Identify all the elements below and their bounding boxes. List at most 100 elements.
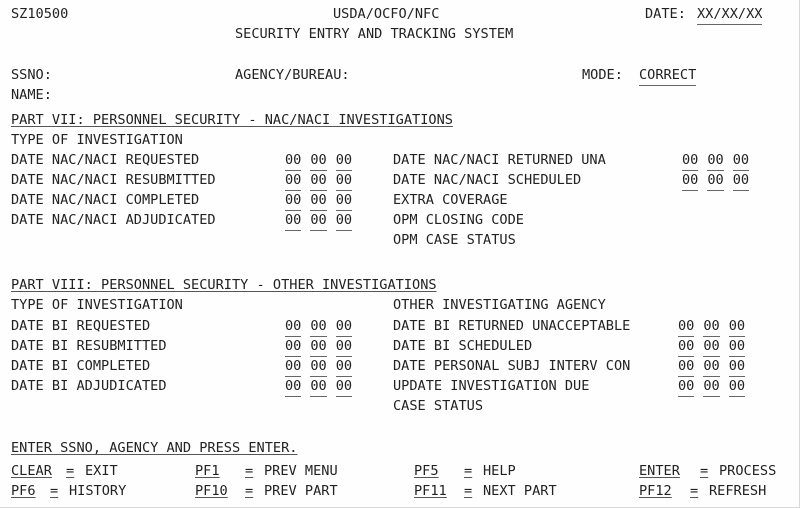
date-mm[interactable]: 00 [285, 150, 302, 171]
fkey-pf5-key[interactable]: PF5 [414, 461, 439, 481]
date-mm[interactable]: 00 [678, 376, 695, 397]
fkey-clear-equals: = [66, 463, 75, 479]
date-dd[interactable]: 00 [707, 170, 724, 191]
part-vii-left-date-2: 00 00 00 [285, 170, 353, 191]
date-dd[interactable]: 00 [310, 190, 327, 211]
fkey-pf11-equals: = [464, 483, 473, 499]
terminal-screen: SZ10500 USDA/OCFO/NFC DATE: XX/XX/XX SEC… [0, 0, 800, 508]
date-label: DATE: [645, 6, 686, 22]
date-mm[interactable]: 00 [285, 376, 302, 397]
date-dd[interactable]: 00 [310, 170, 327, 191]
part-viii-right-label-0: OTHER INVESTIGATING AGENCY [393, 297, 606, 313]
part-viii-right-label-4: UPDATE INVESTIGATION DUE [393, 378, 590, 394]
part-viii-heading: PART VIII: PERSONNEL SECURITY - OTHER IN… [11, 277, 437, 293]
date-yy[interactable]: 00 [728, 336, 746, 357]
part-vii-right-date-2: 00 00 00 [682, 170, 750, 191]
date-yy[interactable]: 00 [335, 376, 353, 397]
fkey-enter-equals: = [700, 463, 709, 479]
part-viii-left-date-2: 00 00 00 [285, 336, 353, 357]
date-mm[interactable]: 00 [285, 336, 302, 357]
name-label: NAME: [11, 87, 52, 103]
date-dd[interactable]: 00 [703, 316, 720, 337]
mode-value[interactable]: CORRECT [639, 65, 697, 86]
date-dd[interactable]: 00 [310, 336, 327, 357]
part-viii-left-date-1: 00 00 00 [285, 316, 353, 337]
date-mm[interactable]: 00 [678, 316, 695, 337]
fkey-pf11-key[interactable]: PF11 [414, 481, 447, 501]
date-yy[interactable]: 00 [732, 170, 750, 191]
part-vii-left-label-2: DATE NAC/NACI RESUBMITTED [11, 172, 216, 188]
part-viii-right-label-3: DATE PERSONAL SUBJ INTERV CON [393, 358, 631, 374]
fkey-pf5-equals: = [464, 463, 473, 479]
date-yy[interactable]: 00 [728, 356, 746, 377]
part-viii-right-label-5: CASE STATUS [393, 398, 484, 414]
part-vii-right-date-1: 00 00 00 [682, 150, 750, 171]
date-dd[interactable]: 00 [703, 336, 720, 357]
fkey-pf1-equals: = [245, 463, 254, 479]
part-viii-right-date-4: 00 00 00 [678, 376, 746, 397]
date-dd[interactable]: 00 [707, 150, 724, 171]
date-mm[interactable]: 00 [678, 336, 695, 357]
part-vii-right-label-5: OPM CASE STATUS [393, 232, 516, 248]
date-yy[interactable]: 00 [335, 356, 353, 377]
date-yy[interactable]: 00 [335, 316, 353, 337]
fkey-pf12-equals: = [690, 483, 699, 499]
date-mm[interactable]: 00 [678, 356, 695, 377]
page-title: SECURITY ENTRY AND TRACKING SYSTEM [235, 26, 514, 42]
fkey-pf12-key[interactable]: PF12 [639, 481, 672, 501]
part-viii-left-label-4: DATE BI ADJUDICATED [11, 378, 167, 394]
date-mm[interactable]: 00 [682, 170, 699, 191]
part-vii-left-date-4: 00 00 00 [285, 210, 353, 231]
program-id: SZ10500 [11, 6, 69, 22]
date-yy[interactable]: 00 [335, 210, 353, 231]
part-vii-heading: PART VII: PERSONNEL SECURITY - NAC/NACI … [11, 112, 453, 128]
part-viii-right-date-2: 00 00 00 [678, 336, 746, 357]
date-yy[interactable]: 00 [728, 316, 746, 337]
date-mm[interactable]: 00 [682, 150, 699, 171]
part-vii-right-label-1: DATE NAC/NACI RETURNED UNA [393, 152, 606, 168]
fkey-clear-key[interactable]: CLEAR [11, 461, 52, 481]
date-mm[interactable]: 00 [285, 210, 302, 231]
fkey-clear-action: EXIT [85, 463, 118, 479]
part-vii-left-label-1: DATE NAC/NACI REQUESTED [11, 152, 200, 168]
date-value: XX/XX/XX [697, 4, 763, 25]
fkey-pf5-action: HELP [483, 463, 516, 479]
part-viii-right-label-1: DATE BI RETURNED UNACCEPTABLE [393, 318, 631, 334]
part-viii-right-label-2: DATE BI SCHEDULED [393, 338, 533, 354]
fkey-enter-action: PROCESS [719, 463, 777, 479]
date-mm[interactable]: 00 [285, 316, 302, 337]
part-viii-left-date-3: 00 00 00 [285, 356, 353, 377]
date-dd[interactable]: 00 [310, 316, 327, 337]
part-vii-left-label-4: DATE NAC/NACI ADJUDICATED [11, 212, 216, 228]
part-vii-left-label-3: DATE NAC/NACI COMPLETED [11, 192, 200, 208]
part-viii-right-date-1: 00 00 00 [678, 316, 746, 337]
date-dd[interactable]: 00 [310, 210, 327, 231]
fkey-pf10-equals: = [245, 483, 254, 499]
fkey-pf1-key[interactable]: PF1 [195, 461, 220, 481]
date-yy[interactable]: 00 [335, 150, 353, 171]
date-dd[interactable]: 00 [703, 376, 720, 397]
fkey-pf10-action: PREV PART [264, 483, 338, 499]
date-mm[interactable]: 00 [285, 356, 302, 377]
date-yy[interactable]: 00 [335, 336, 353, 357]
fkey-pf6-key[interactable]: PF6 [11, 481, 36, 501]
date-dd[interactable]: 00 [310, 376, 327, 397]
date-dd[interactable]: 00 [310, 150, 327, 171]
date-yy[interactable]: 00 [732, 150, 750, 171]
date-mm[interactable]: 00 [285, 170, 302, 191]
part-viii-left-label-1: DATE BI REQUESTED [11, 318, 151, 334]
date-dd[interactable]: 00 [703, 356, 720, 377]
part-vii-right-label-3: EXTRA COVERAGE [393, 192, 508, 208]
date-yy[interactable]: 00 [335, 190, 353, 211]
date-yy[interactable]: 00 [335, 170, 353, 191]
fkey-pf10-key[interactable]: PF10 [195, 481, 228, 501]
footer-instruction: ENTER SSNO, AGENCY AND PRESS ENTER. [11, 440, 298, 456]
date-dd[interactable]: 00 [310, 356, 327, 377]
fkey-enter-key[interactable]: ENTER [639, 461, 680, 481]
part-viii-left-label-3: DATE BI COMPLETED [11, 358, 151, 374]
date-yy[interactable]: 00 [728, 376, 746, 397]
part-vii-right-label-4: OPM CLOSING CODE [393, 212, 524, 228]
date-mm[interactable]: 00 [285, 190, 302, 211]
part-viii-left-date-4: 00 00 00 [285, 376, 353, 397]
part-vii-left-date-3: 00 00 00 [285, 190, 353, 211]
